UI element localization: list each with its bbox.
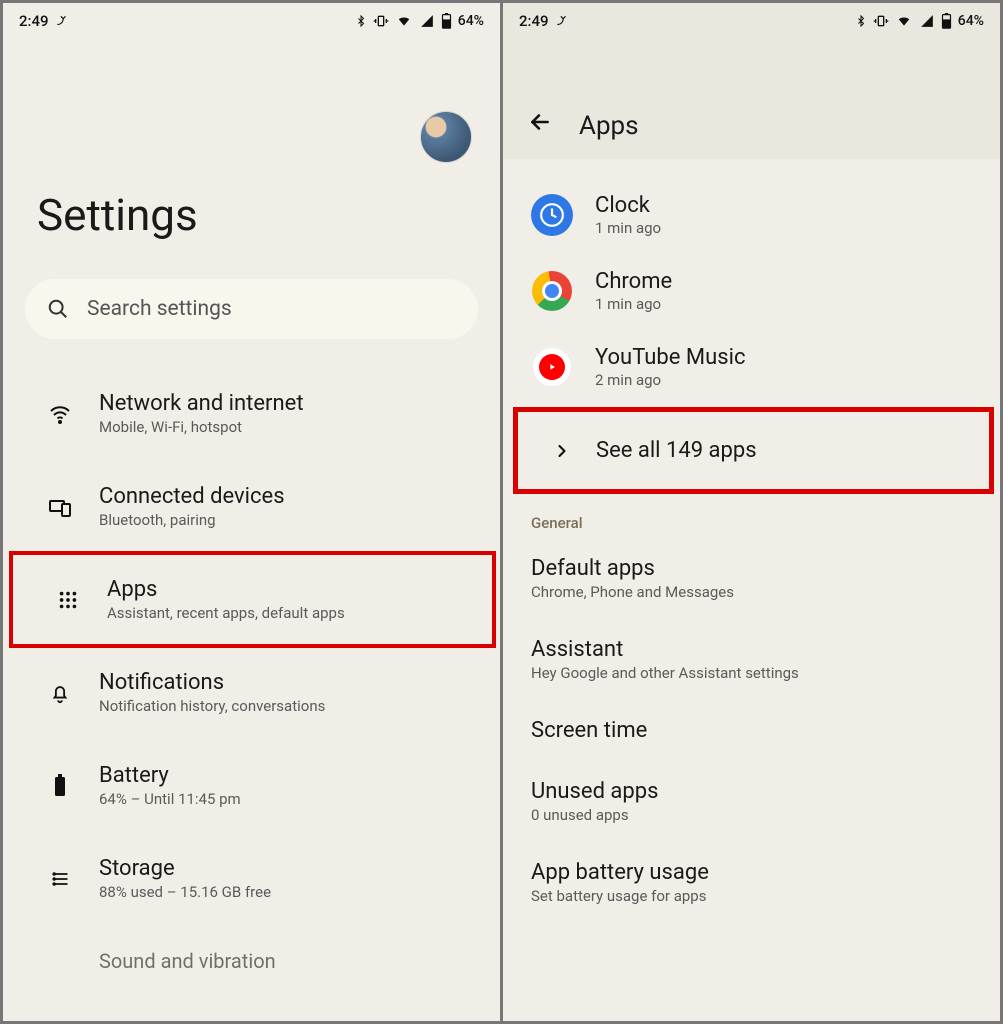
app-sub: 1 min ago <box>595 295 672 313</box>
app-row-clock[interactable]: Clock 1 min ago <box>503 177 1000 253</box>
item-sub: Notification history, conversations <box>99 697 325 715</box>
status-battery: 64% <box>958 13 984 29</box>
app-row-chrome[interactable]: Chrome 1 min ago <box>503 253 1000 329</box>
chrome-app-icon <box>531 270 573 312</box>
status-bar: 2:49 64% <box>503 3 1000 39</box>
section-general: General <box>503 496 1000 538</box>
chevron-right-icon <box>552 441 572 461</box>
apps-screen: 2:49 64% Apps Clock 1 min ago <box>503 3 1000 1021</box>
row-sub: 0 unused apps <box>531 806 978 824</box>
signal-icon <box>919 14 935 28</box>
storage-icon <box>48 869 72 889</box>
app-sub: 2 min ago <box>595 371 745 389</box>
apps-header: Apps <box>503 39 1000 159</box>
battery-icon <box>941 13 952 29</box>
item-title: Storage <box>99 856 271 881</box>
battery-icon <box>441 13 452 29</box>
settings-screen: 2:49 64% Settings Search settings Networ… <box>3 3 500 1021</box>
row-unused-apps[interactable]: Unused apps 0 unused apps <box>503 761 1000 842</box>
vibrate-icon <box>873 13 889 29</box>
item-sub: 88% used – 15.16 GB free <box>99 883 271 901</box>
back-button[interactable] <box>527 109 553 141</box>
wifi-icon <box>48 402 72 426</box>
devices-icon <box>48 495 72 519</box>
search-placeholder: Search settings <box>87 297 232 321</box>
call-forward-icon <box>555 14 569 28</box>
item-sub: Mobile, Wi-Fi, hotspot <box>99 418 304 436</box>
item-title: Network and internet <box>99 391 304 416</box>
battery-icon <box>52 774 68 798</box>
item-sub: Assistant, recent apps, default apps <box>107 604 345 622</box>
page-title: Apps <box>579 111 639 141</box>
youtube-music-app-icon <box>531 346 573 388</box>
signal-icon <box>419 14 435 28</box>
item-title: Sound and vibration <box>99 949 276 973</box>
status-time: 2:49 <box>19 12 49 30</box>
bluetooth-icon <box>855 13 867 29</box>
row-sub: Hey Google and other Assistant settings <box>531 664 978 682</box>
row-screen-time[interactable]: Screen time <box>503 700 1000 761</box>
settings-item-storage[interactable]: Storage 88% used – 15.16 GB free <box>3 832 500 925</box>
apps-grid-icon <box>57 589 79 611</box>
settings-item-sound[interactable]: Sound and vibration <box>3 925 500 973</box>
row-app-battery-usage[interactable]: App battery usage Set battery usage for … <box>503 842 1000 923</box>
row-title: Assistant <box>531 637 978 662</box>
item-title: Notifications <box>99 670 325 695</box>
item-title: Battery <box>99 763 241 788</box>
item-sub: 64% – Until 11:45 pm <box>99 790 241 808</box>
wifi-icon <box>395 14 413 28</box>
item-sub: Bluetooth, pairing <box>99 511 285 529</box>
settings-item-connected-devices[interactable]: Connected devices Bluetooth, pairing <box>3 460 500 553</box>
item-title: Connected devices <box>99 484 285 509</box>
recent-apps-list: Clock 1 min ago Chrome 1 min ago YouTube… <box>503 159 1000 923</box>
settings-item-network[interactable]: Network and internet Mobile, Wi-Fi, hots… <box>3 367 500 460</box>
row-sub: Set battery usage for apps <box>531 887 978 905</box>
app-title: Clock <box>595 193 661 218</box>
app-sub: 1 min ago <box>595 219 661 237</box>
page-title: Settings <box>37 189 500 241</box>
settings-item-apps[interactable]: Apps Assistant, recent apps, default app… <box>11 553 494 646</box>
wifi-icon <box>895 14 913 28</box>
item-title: Apps <box>107 577 345 602</box>
status-time: 2:49 <box>519 12 549 30</box>
see-all-apps[interactable]: See all 149 apps <box>513 407 994 494</box>
search-icon <box>47 298 69 320</box>
vibrate-icon <box>373 13 389 29</box>
settings-item-battery[interactable]: Battery 64% – Until 11:45 pm <box>3 739 500 832</box>
row-default-apps[interactable]: Default apps Chrome, Phone and Messages <box>503 538 1000 619</box>
app-title: YouTube Music <box>595 345 745 370</box>
search-settings[interactable]: Search settings <box>25 279 478 339</box>
status-battery: 64% <box>458 13 484 29</box>
row-title: Unused apps <box>531 779 978 804</box>
settings-item-notifications[interactable]: Notifications Notification history, conv… <box>3 646 500 739</box>
row-title: App battery usage <box>531 860 978 885</box>
row-sub: Chrome, Phone and Messages <box>531 583 978 601</box>
app-title: Chrome <box>595 269 672 294</box>
clock-app-icon <box>531 194 573 236</box>
settings-list: Network and internet Mobile, Wi-Fi, hots… <box>3 367 500 973</box>
status-bar: 2:49 64% <box>3 3 500 39</box>
row-title: Screen time <box>531 718 978 743</box>
arrow-left-icon <box>527 109 553 135</box>
row-title: Default apps <box>531 556 978 581</box>
app-row-youtube-music[interactable]: YouTube Music 2 min ago <box>503 329 1000 405</box>
row-assistant[interactable]: Assistant Hey Google and other Assistant… <box>503 619 1000 700</box>
call-forward-icon <box>55 14 69 28</box>
bell-icon <box>49 682 71 704</box>
bluetooth-icon <box>355 13 367 29</box>
see-all-label: See all 149 apps <box>596 438 757 463</box>
profile-avatar[interactable] <box>420 111 472 163</box>
